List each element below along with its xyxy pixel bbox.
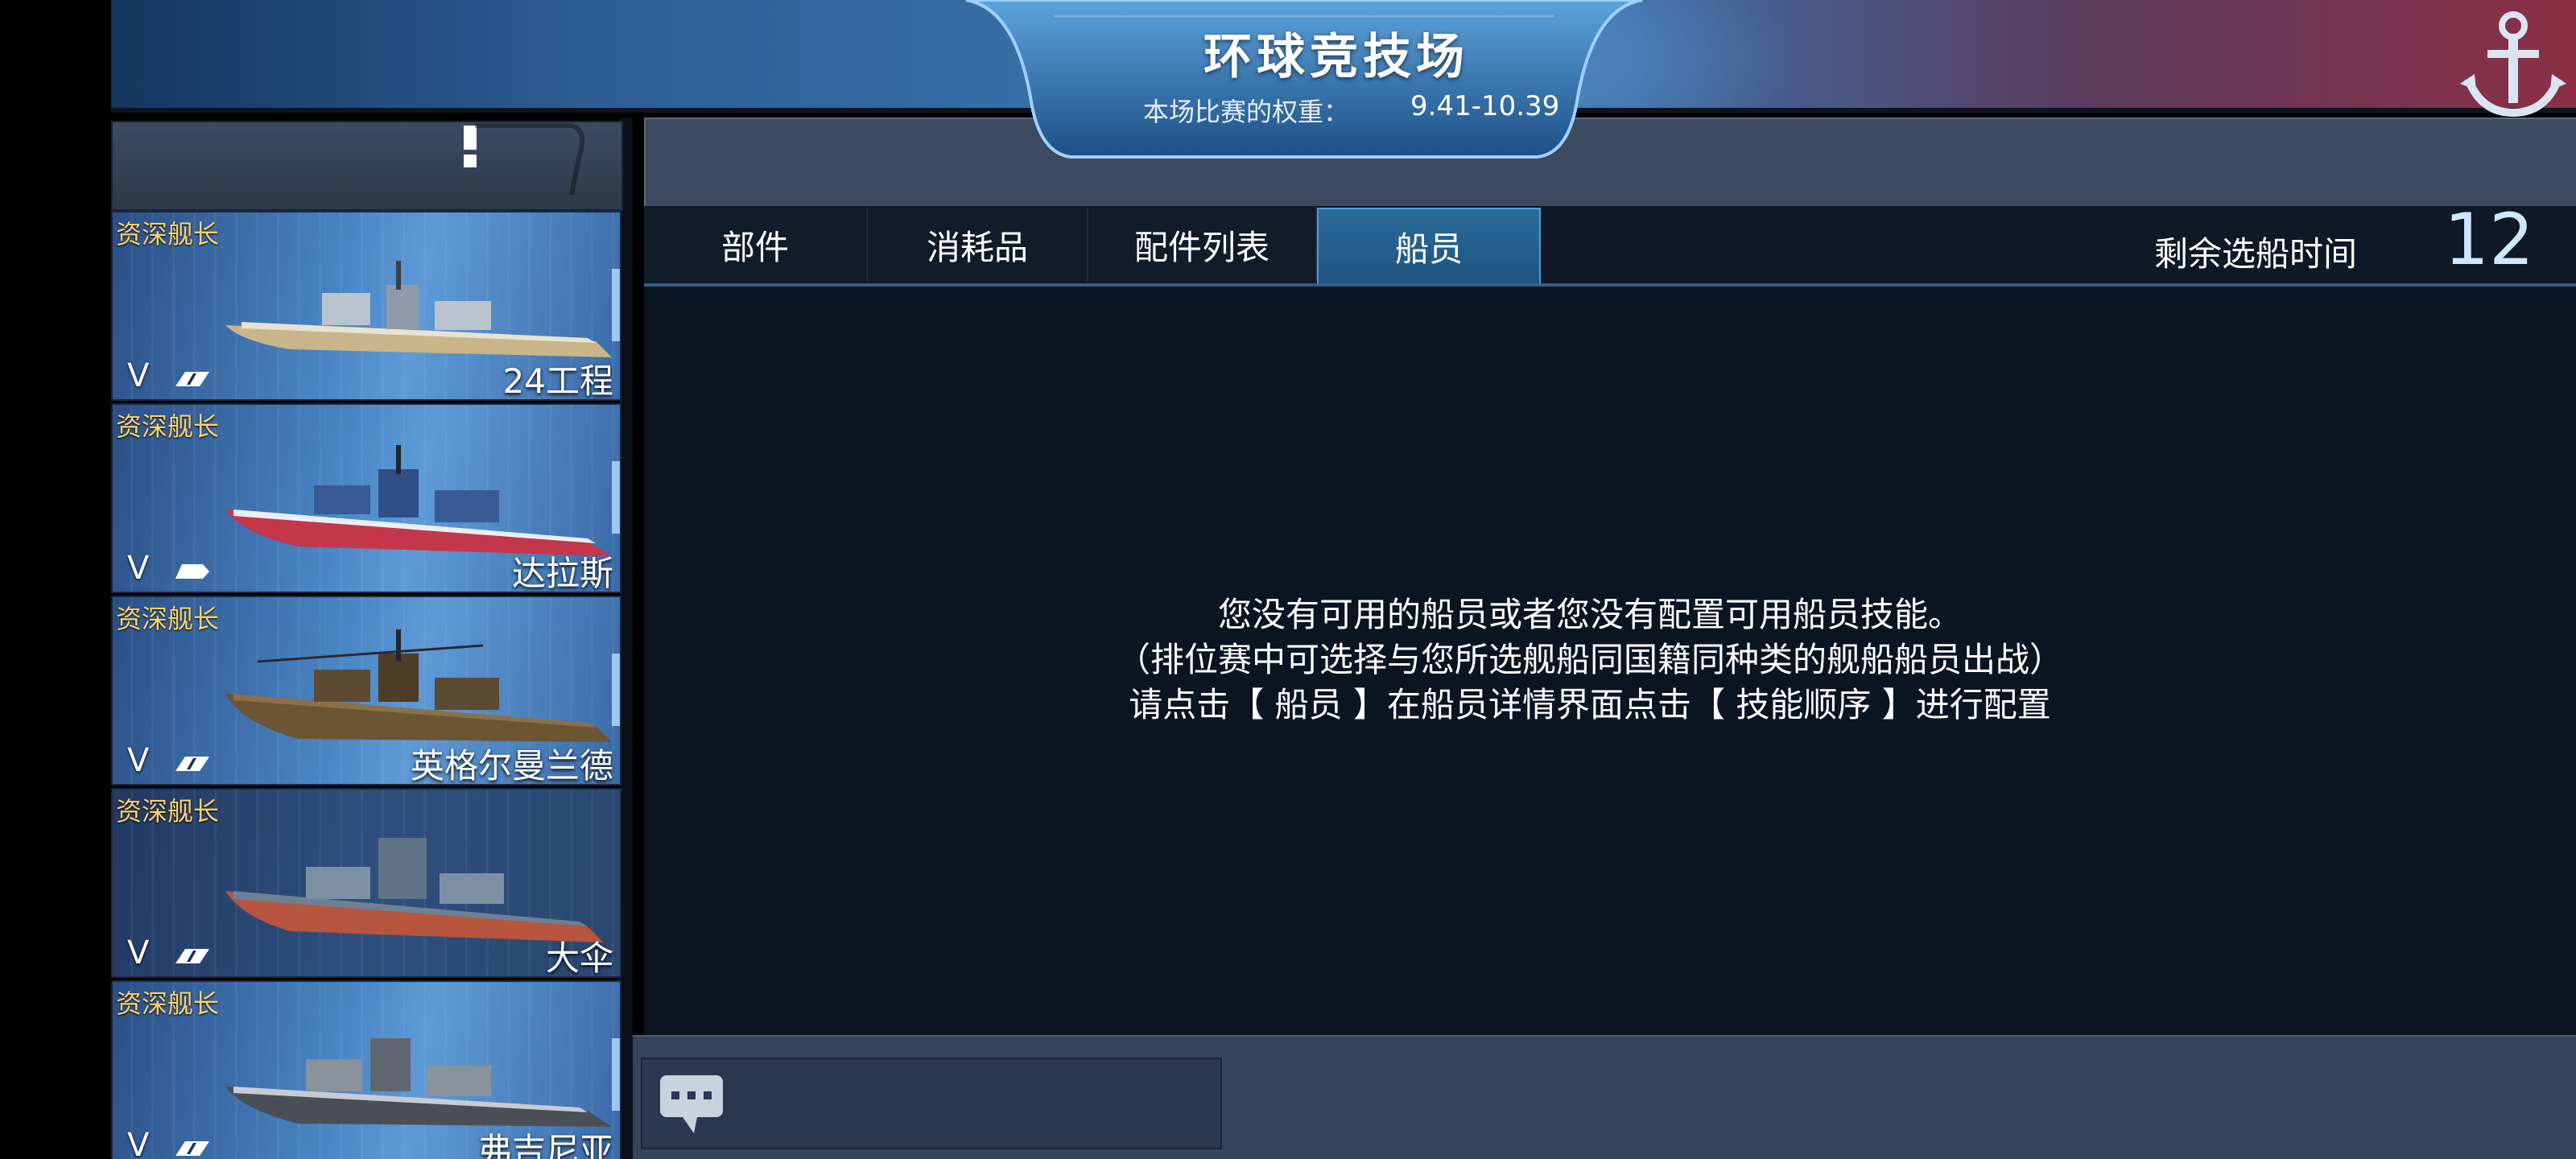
ship-card[interactable]: 资深舰长 V 英格尔曼兰德: [111, 596, 621, 786]
chat-input[interactable]: [641, 1058, 1222, 1149]
anchor-icon[interactable]: [2457, 0, 2570, 121]
ship-image: [225, 1038, 612, 1127]
ship-name: 24工程: [502, 361, 613, 401]
ship-image: [225, 261, 612, 357]
battleship-class-icon: [175, 757, 209, 771]
captain-tag: 资深舰长: [116, 411, 220, 442]
captain-tag: 资深舰长: [116, 796, 220, 827]
ship-card[interactable]: 资深舰长 V 24工程: [111, 211, 621, 401]
tab-crew[interactable]: 船员: [1317, 208, 1541, 285]
ship-name: 大伞: [545, 938, 613, 978]
ship-name: 弗吉尼亚: [477, 1131, 613, 1159]
weight-value: 9.41-10.39: [1410, 90, 1560, 122]
ship-list-header: [111, 121, 623, 211]
ship-tier: V: [127, 550, 150, 587]
captain-tag: 资深舰长: [116, 604, 220, 634]
weight-label: 本场比赛的权重：: [1143, 97, 1350, 127]
ship-tier: V: [127, 357, 150, 394]
tab-modules[interactable]: 部件: [644, 208, 868, 282]
battleship-class-icon: [175, 949, 209, 963]
ship-tier: V: [127, 742, 150, 779]
exclamation-icon: [464, 123, 585, 196]
tab-accessories[interactable]: 配件列表: [1088, 208, 1317, 282]
game-screen: 环球竞技场 本场比赛的权重： 9.41-10.39 资深舰长 V 24工程 资深…: [0, 0, 2576, 1159]
chat-bubble-icon[interactable]: [658, 1074, 724, 1135]
battleship-class-icon: [175, 372, 209, 386]
message-line-2: （排位赛中可选择与您所选舰船同国籍同种类的舰船船员出战）: [1116, 640, 2063, 679]
captain-tag: 资深舰长: [116, 219, 220, 250]
message-line-1: 您没有可用的船员或者您没有配置可用船员技能。: [1217, 595, 1962, 634]
captain-tag: 资深舰长: [116, 988, 220, 1019]
ship-card[interactable]: 资深舰长 V 大伞: [111, 788, 621, 978]
message-line-3: 请点击【 船员 】在船员详情界面点击【 技能顺序 】进行配置: [1129, 685, 2051, 724]
ship-tier: V: [127, 1127, 150, 1159]
ship-image: [225, 629, 612, 742]
ship-card[interactable]: 资深舰长 V 弗吉尼亚: [111, 980, 621, 1159]
page-title: 环球竞技场: [1203, 29, 1469, 85]
ship-image: [225, 838, 604, 942]
ship-name: 英格尔曼兰德: [410, 746, 613, 786]
left-divider: [620, 118, 633, 1159]
ship-image: [225, 445, 612, 556]
ship-card[interactable]: 资深舰长 V 达拉斯: [111, 403, 621, 593]
ship-tier: V: [127, 934, 150, 971]
cruiser-class-icon: [175, 564, 209, 579]
timer-label: 剩余选船时间: [2154, 234, 2358, 274]
battleship-class-icon: [175, 1141, 209, 1156]
ship-name: 达拉斯: [511, 554, 613, 593]
timer-value: 12: [2444, 198, 2534, 281]
tab-consumables[interactable]: 消耗品: [868, 208, 1088, 282]
